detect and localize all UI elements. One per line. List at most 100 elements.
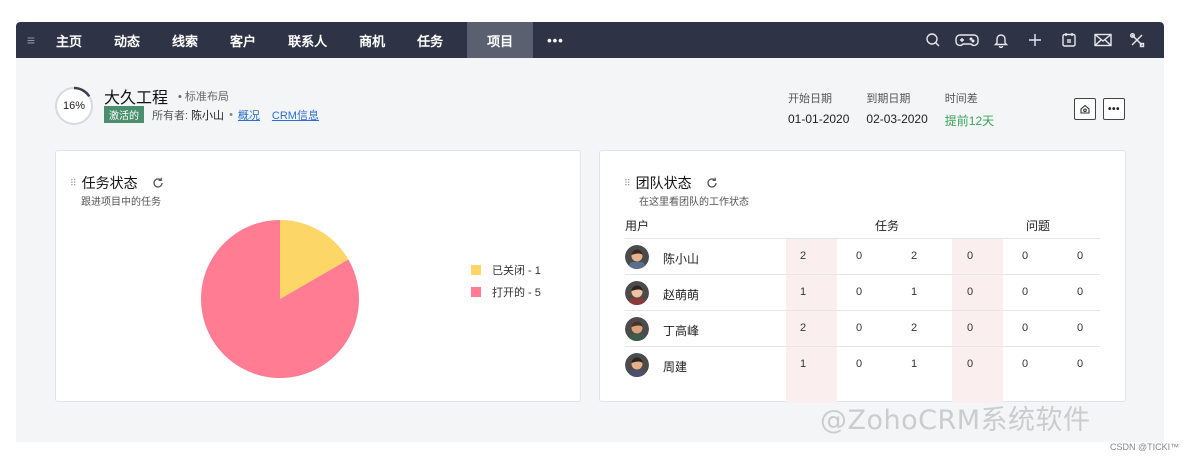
gamepad-icon[interactable] [950, 22, 984, 58]
plus-icon[interactable] [1018, 22, 1052, 58]
more-options-button[interactable]: ••• [1103, 98, 1125, 120]
avatar[interactable] [625, 281, 649, 305]
due-date-label: 到期日期 [866, 93, 911, 105]
avatar[interactable] [625, 317, 649, 341]
owner-label: 所有者: [152, 109, 189, 122]
nav-icon-group [916, 22, 1164, 58]
count-cell[interactable]: 0 [960, 286, 980, 298]
count-cell[interactable]: 0 [849, 322, 869, 334]
team-row: 陈小山 2 0 2 0 0 0 [625, 239, 1100, 275]
count-cell[interactable]: 0 [1015, 250, 1035, 262]
count-cell[interactable]: 1 [904, 358, 924, 370]
task-status-card: ⠿ 任务状态 跟进项目中的任务 已关闭 - 1 打开的 - 5 [55, 150, 581, 402]
count-cell[interactable]: 0 [849, 358, 869, 370]
nav-projects[interactable]: 项目 [467, 22, 534, 58]
nav-contacts[interactable]: 联系人 [272, 22, 343, 58]
refresh-icon[interactable] [152, 177, 164, 189]
separator-dot: • [229, 108, 233, 121]
nav-leads[interactable]: 线索 [156, 22, 214, 58]
legend-swatch-open [471, 287, 481, 297]
pie-legend: 已关闭 - 1 打开的 - 5 [471, 259, 541, 303]
nav-tasks[interactable]: 任务 [401, 22, 459, 58]
task-pie-chart [201, 220, 359, 378]
legend-swatch-closed [471, 265, 481, 275]
layout-label: • 标准布局 [178, 91, 229, 103]
team-status-card: ⠿ 团队状态 在这里看团队的工作状态 用户 任务 问题 陈小山 2 0 2 0 0 0 [599, 150, 1126, 403]
watermark: @ZohoCRM系统软件 [820, 405, 1091, 436]
date-summary: 开始日期 01-01-2020 到期日期 02-03-2020 时间差 提前12… [788, 90, 1011, 129]
count-cell[interactable]: 1 [793, 286, 813, 298]
count-cell[interactable]: 1 [793, 358, 813, 370]
count-cell[interactable]: 0 [849, 250, 869, 262]
refresh-icon[interactable] [706, 177, 718, 189]
bell-icon[interactable] [984, 22, 1018, 58]
tools-icon[interactable] [1120, 22, 1154, 58]
count-cell[interactable]: 1 [904, 286, 924, 298]
progress-percent: 16% [62, 100, 86, 112]
nav-activity[interactable]: 动态 [98, 22, 156, 58]
drag-handle-icon[interactable]: ⠿ [624, 178, 631, 189]
menu-icon[interactable]: ≡ [16, 22, 46, 58]
app-window: ≡ 主页 动态 线索 客户 联系人 商机 任务 项目 ••• 16% 大久工程 … [16, 22, 1164, 442]
count-cell[interactable]: 0 [1070, 250, 1090, 262]
col-header-task: 任务 [875, 219, 900, 233]
drag-handle-icon[interactable]: ⠿ [70, 178, 77, 189]
task-status-title: 任务状态 [81, 175, 138, 191]
count-cell[interactable]: 0 [1015, 286, 1035, 298]
time-diff-value: 提前12天 [944, 114, 995, 128]
start-date: 开始日期 01-01-2020 [788, 90, 849, 129]
owner-name: 陈小山 [191, 109, 225, 122]
nav-accounts[interactable]: 客户 [214, 22, 272, 58]
count-cell[interactable]: 0 [849, 286, 869, 298]
legend-item-open[interactable]: 打开的 - 5 [471, 281, 541, 303]
avatar[interactable] [625, 245, 649, 269]
count-cell[interactable]: 0 [1070, 358, 1090, 370]
status-badge: 激活的 [104, 106, 144, 123]
user-name[interactable]: 陈小山 [663, 250, 699, 267]
top-navigation: ≡ 主页 动态 线索 客户 联系人 商机 任务 项目 ••• [16, 22, 1164, 58]
team-row: 赵萌萌 1 0 1 0 0 0 [625, 275, 1100, 311]
count-cell[interactable]: 0 [960, 322, 980, 334]
start-date-label: 开始日期 [788, 93, 832, 105]
team-status-header: ⠿ 团队状态 [624, 173, 718, 193]
avatar[interactable] [625, 353, 649, 377]
home-icon-button[interactable] [1074, 98, 1096, 120]
due-date: 到期日期 02-03-2020 [866, 90, 927, 129]
project-meta: 激活的 所有者: 陈小山 • 概况 CRM信息 [104, 106, 319, 123]
overview-link[interactable]: 概况 [238, 107, 260, 123]
crm-info-link[interactable]: CRM信息 [272, 107, 319, 123]
task-status-subtitle: 跟进项目中的任务 [81, 197, 161, 208]
team-table-header: 用户 任务 问题 [625, 217, 1100, 239]
start-date-value: 01-01-2020 [788, 112, 850, 126]
mail-icon[interactable] [1086, 22, 1120, 58]
count-cell[interactable]: 0 [1070, 322, 1090, 334]
csdn-credit: CSDN @TICKI™ [1110, 442, 1180, 452]
col-header-user: 用户 [625, 219, 650, 233]
legend-label-closed: 已关闭 - 1 [492, 265, 541, 277]
count-cell[interactable]: 2 [793, 322, 813, 334]
time-diff-label: 时间差 [944, 93, 978, 105]
team-row: 丁高峰 2 0 2 0 0 0 [625, 311, 1100, 347]
legend-item-closed[interactable]: 已关闭 - 1 [471, 259, 541, 281]
count-cell[interactable]: 2 [904, 322, 924, 334]
count-cell[interactable]: 0 [1015, 322, 1035, 334]
team-row: 周建 1 0 1 0 0 0 [625, 347, 1100, 383]
project-title: 大久工程 [104, 90, 169, 107]
due-date-value: 02-03-2020 [866, 112, 928, 126]
team-status-title: 团队状态 [635, 175, 692, 191]
nav-deals[interactable]: 商机 [343, 22, 401, 58]
user-name[interactable]: 丁高峰 [663, 322, 699, 339]
count-cell[interactable]: 2 [904, 250, 924, 262]
nav-home[interactable]: 主页 [46, 22, 98, 58]
calendar-icon[interactable] [1052, 22, 1086, 58]
count-cell[interactable]: 0 [1015, 358, 1035, 370]
project-header: 16% 大久工程 • 标准布局 激活的 所有者: 陈小山 • 概况 CRM信息 … [16, 58, 1164, 148]
count-cell[interactable]: 2 [793, 250, 813, 262]
nav-more-button[interactable]: ••• [533, 22, 578, 58]
user-name[interactable]: 赵萌萌 [663, 286, 699, 303]
count-cell[interactable]: 0 [1070, 286, 1090, 298]
user-name[interactable]: 周建 [663, 358, 687, 375]
search-icon[interactable] [916, 22, 950, 58]
count-cell[interactable]: 0 [960, 250, 980, 262]
count-cell[interactable]: 0 [960, 358, 980, 370]
